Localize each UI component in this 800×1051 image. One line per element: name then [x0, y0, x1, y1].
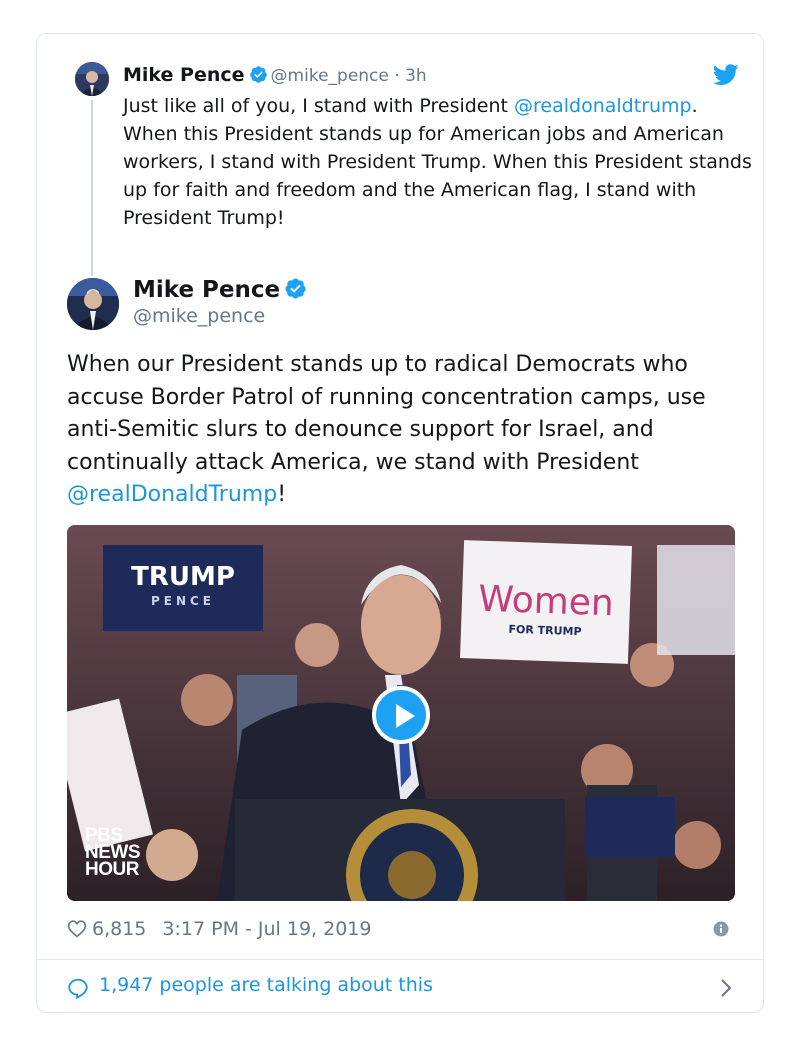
conversation-link[interactable]: 1,947 people are talking about this	[67, 974, 737, 1002]
parent-avatar[interactable]	[75, 62, 109, 96]
parent-tweet-header: Mike Pence @mike_pence · 3h	[123, 64, 427, 86]
sign-trump-text: TRUMP	[131, 562, 235, 592]
heart-icon[interactable]	[67, 919, 87, 938]
parent-separator: ·	[394, 66, 400, 86]
sign-women-text: Women	[478, 579, 615, 625]
like-count[interactable]: 6,815	[92, 918, 146, 940]
sign-pence-text: PENCE	[151, 594, 215, 608]
tweet-stats-row: 6,815 3:17 PM - Jul 19, 2019	[67, 918, 371, 940]
pbs-newshour-watermark: PBS NEWS HOUR	[85, 826, 141, 880]
main-handle[interactable]: @mike_pence	[133, 305, 265, 327]
main-text-part: When our President stands up to radical …	[67, 352, 706, 475]
info-icon[interactable]	[713, 921, 729, 937]
parent-tweet-text: Just like all of you, I stand with Presi…	[123, 92, 753, 232]
main-text-part: !	[277, 482, 287, 508]
main-author-name[interactable]: Mike Pence	[133, 277, 310, 303]
parent-time[interactable]: 3h	[405, 66, 427, 86]
main-mention-link[interactable]: @realDonaldTrump	[67, 482, 277, 507]
play-icon	[396, 704, 415, 728]
main-tweet-text: When our President stands up to radical …	[67, 349, 747, 512]
credit-line: HOUR	[85, 859, 139, 880]
parent-mention-link[interactable]: @realdonaldtrump	[514, 95, 692, 117]
speech-bubble-icon	[68, 978, 88, 999]
main-author-name-text[interactable]: Mike Pence	[133, 277, 280, 303]
divider	[37, 959, 763, 960]
parent-text-part: Just like all of you, I stand with Presi…	[123, 95, 515, 117]
verified-badge-icon	[285, 278, 306, 299]
video-thumbnail[interactable]: TRUMP PENCE Women FOR TRUMP PBS NEWS HOU…	[67, 525, 735, 901]
main-avatar[interactable]	[67, 278, 119, 330]
conversation-label[interactable]: 1,947 people are talking about this	[99, 974, 433, 996]
embedded-tweet-card[interactable]: Mike Pence @mike_pence · 3h Just like all…	[36, 33, 764, 1013]
video-play-button[interactable]	[372, 686, 430, 744]
chevron-right-icon[interactable]	[719, 977, 733, 999]
thread-line	[91, 100, 93, 276]
tweet-timestamp[interactable]: 3:17 PM - Jul 19, 2019	[162, 918, 371, 940]
verified-badge-icon	[249, 66, 267, 83]
twitter-bird-icon[interactable]	[713, 64, 739, 86]
parent-handle[interactable]: @mike_pence	[271, 66, 389, 86]
sign-for-trump-text: FOR TRUMP	[508, 623, 582, 639]
parent-author-name[interactable]: Mike Pence	[123, 64, 245, 86]
